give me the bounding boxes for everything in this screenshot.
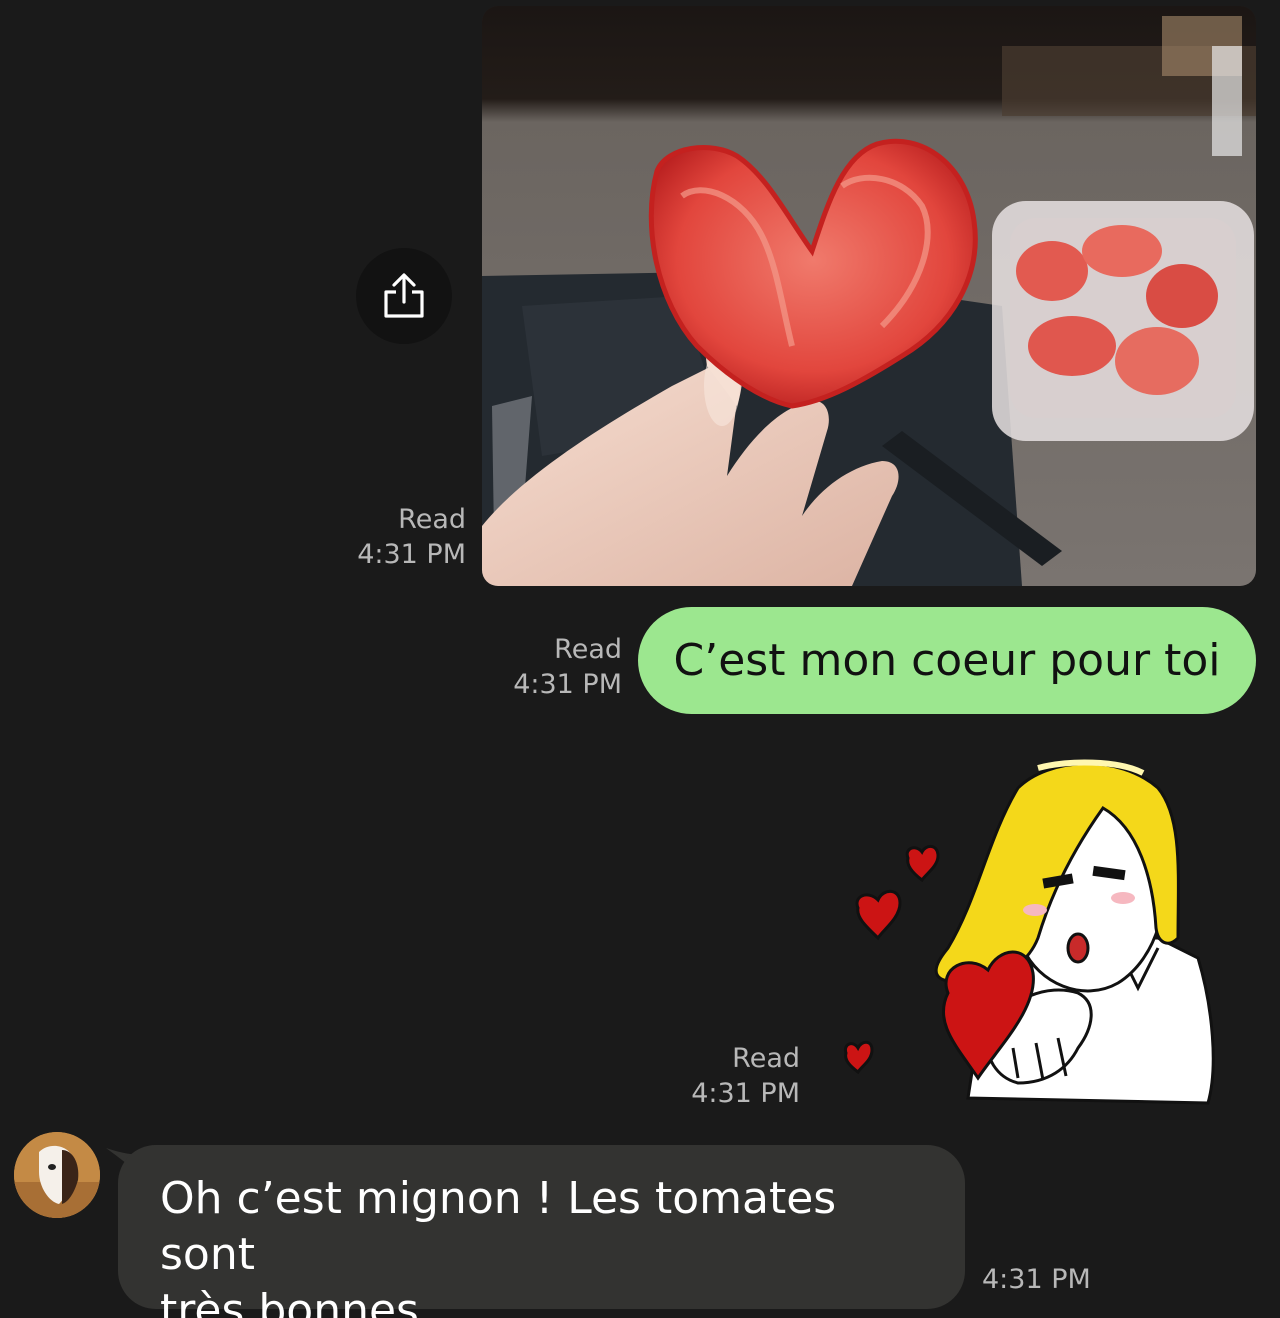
avatar[interactable] bbox=[14, 1132, 100, 1218]
timestamp: 4:31 PM bbox=[357, 539, 466, 570]
message-meta: Read 4:31 PM bbox=[330, 502, 466, 572]
chat-window: Read 4:31 PM Read 4:31 PM C’est mon coeu… bbox=[0, 0, 1280, 1318]
message-meta: Read 4:31 PM bbox=[664, 1041, 800, 1111]
kiss-sticker bbox=[843, 759, 1215, 1105]
message-meta: Read 4:31 PM bbox=[486, 632, 622, 702]
message-text: C’est mon coeur pour toi bbox=[673, 635, 1221, 686]
read-status: Read bbox=[398, 504, 466, 535]
share-icon bbox=[384, 273, 424, 318]
read-status: Read bbox=[554, 634, 622, 665]
incoming-message-bubble[interactable]: Oh c’est mignon ! Les tomates sont très … bbox=[118, 1145, 965, 1318]
photo-message[interactable] bbox=[482, 6, 1256, 586]
read-status: Read bbox=[732, 1043, 800, 1074]
timestamp: 4:31 PM bbox=[513, 669, 622, 700]
message-text-line: Oh c’est mignon ! Les tomates sont bbox=[160, 1173, 837, 1280]
sticker-message[interactable] bbox=[838, 748, 1228, 1118]
outgoing-message-bubble[interactable]: C’est mon coeur pour toi bbox=[638, 607, 1256, 714]
timestamp: 4:31 PM bbox=[691, 1078, 800, 1109]
share-button[interactable] bbox=[356, 248, 452, 344]
timestamp: 4:31 PM bbox=[982, 1264, 1091, 1295]
tomato-heart-photo bbox=[482, 6, 1256, 586]
message-text-line: très bonnes bbox=[160, 1285, 419, 1318]
goat-avatar-image bbox=[14, 1132, 100, 1218]
